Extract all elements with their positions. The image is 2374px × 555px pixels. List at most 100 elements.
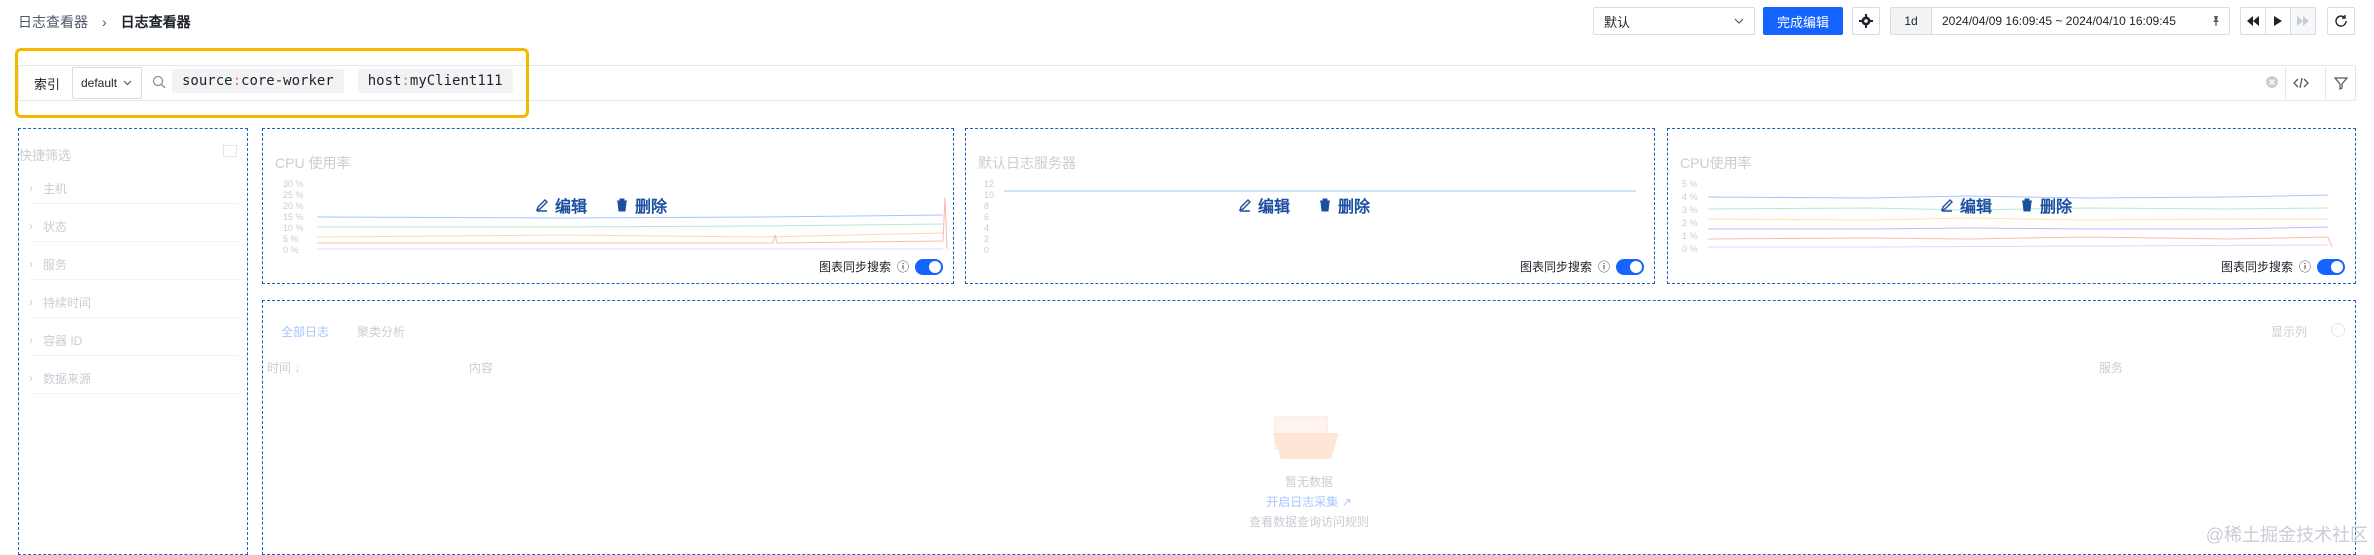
play-button[interactable] — [2265, 7, 2291, 35]
panel-actions: 编辑 删除 — [535, 193, 667, 217]
y-tick-label: 0 % — [1682, 244, 1698, 254]
column-settings-icon[interactable] — [2331, 323, 2345, 337]
y-tick-label: 20 % — [283, 201, 304, 211]
code-toggle-button[interactable] — [2285, 67, 2316, 99]
play-icon — [2274, 16, 2282, 26]
time-range-value[interactable]: 2024/04/09 16:09:45 ~ 2024/04/10 16:09:4… — [1932, 14, 2203, 28]
filter-button[interactable] — [2325, 67, 2356, 99]
empty-state-icon — [1273, 416, 1339, 459]
panel-title: 默认日志服务器 — [978, 155, 1076, 171]
sync-toggle[interactable] — [1616, 258, 1644, 275]
edit-panel-button[interactable]: 编辑 — [1940, 193, 1992, 217]
tab-all-logs[interactable]: 全部日志 — [281, 323, 329, 340]
sort-icon: ↓ — [294, 361, 301, 375]
chart-sync-search: 图表同步搜索 ⓘ — [1520, 258, 1644, 275]
empty-state-text: 暂无数据 — [1284, 475, 1333, 489]
enable-log-collection-link[interactable]: 开启日志采集 ↗ — [263, 493, 2355, 510]
y-tick-label: 2 % — [1682, 218, 1698, 228]
gear-icon — [1859, 14, 1873, 28]
collapse-icon[interactable] — [223, 145, 237, 157]
chart-sync-search: 图表同步搜索 ⓘ — [819, 258, 943, 275]
chevron-down-icon — [123, 80, 132, 86]
info-icon: ⓘ — [1597, 260, 1610, 274]
access-rules-hint: 查看数据查询访问规则 — [1248, 515, 1369, 529]
query-token[interactable]: source:core-worker — [172, 69, 344, 93]
sidebar-item-data-source[interactable]: › 数据来源 — [29, 363, 239, 394]
y-tick-label: 1 % — [1682, 231, 1698, 241]
breadcrumb-separator-icon: › — [102, 14, 107, 30]
sync-label: 图表同步搜索 — [2220, 260, 2293, 274]
chevron-right-icon: › — [29, 295, 33, 309]
delete-panel-button[interactable]: 删除 — [2020, 193, 2072, 217]
index-label: 索引 — [34, 77, 61, 92]
edit-panel-button[interactable]: 编辑 — [1238, 193, 1290, 217]
delete-panel-button[interactable]: 删除 — [615, 193, 667, 217]
query-token[interactable]: host:myClient111 — [357, 69, 513, 93]
watermark: @稀土掘金技术社区 — [2205, 525, 2368, 545]
rewind-button[interactable] — [2240, 7, 2266, 35]
chart-panel-cpu: CPU 使用率 30 % 25 % 20 % 15 % 10 % 5 % 0 %… — [262, 128, 954, 284]
chevron-down-icon — [1734, 18, 1744, 24]
panel-actions: 编辑 删除 — [1940, 193, 2072, 217]
column-header-time[interactable]: 时间 ↓ — [267, 359, 300, 376]
fast-forward-icon — [2297, 16, 2309, 26]
refresh-icon — [2335, 15, 2347, 27]
y-tick-label: 10 — [984, 190, 994, 200]
tab-cluster-analysis[interactable]: 聚类分析 — [357, 323, 405, 340]
y-tick-label: 5 % — [1682, 179, 1698, 189]
sidebar-item-status[interactable]: › 状态 — [29, 211, 239, 242]
chart-sync-search: 图表同步搜索 ⓘ — [2221, 258, 2345, 275]
chart-panel-cpu-2: CPU使用率 5 % 4 % 3 % 2 % 1 % 0 % 编辑 删除 图表同… — [1667, 128, 2356, 284]
search-icon — [152, 75, 166, 89]
y-tick-label: 0 — [984, 245, 989, 255]
chart-panel-log-server: 默认日志服务器 12 10 8 6 4 2 0 编辑 删除 图表同步搜索 ⓘ — [965, 128, 1655, 284]
sidebar-item-service[interactable]: › 服务 — [29, 249, 239, 280]
done-editing-button[interactable]: 完成编辑 — [1763, 7, 1843, 35]
panel-title: CPU 使用率 — [275, 155, 351, 171]
y-tick-label: 4 — [984, 223, 989, 233]
sync-toggle[interactable] — [915, 258, 943, 275]
chevron-right-icon: › — [29, 257, 33, 271]
column-header-service: 服务 — [2099, 361, 2124, 375]
settings-button[interactable] — [1852, 7, 1880, 35]
y-tick-label: 2 — [984, 234, 989, 244]
show-columns-button[interactable]: 显示列 — [2271, 323, 2307, 340]
pin-icon[interactable] — [2203, 15, 2229, 27]
sync-toggle[interactable] — [2317, 258, 2345, 275]
sync-label: 图表同步搜索 — [1519, 260, 1592, 274]
y-tick-label: 25 % — [283, 190, 304, 200]
sidebar-item-duration[interactable]: › 持续时间 — [29, 287, 239, 318]
pencil-icon — [1940, 199, 1953, 212]
quick-filter-sidebar: 快捷筛选 › 主机 › 状态 › 服务 › 持续时间 › 容器 ID › 数据来源 — [18, 128, 248, 555]
column-header-content: 内容 — [469, 361, 494, 375]
y-tick-label: 4 % — [1682, 192, 1698, 202]
y-tick-label: 0 % — [283, 245, 299, 255]
y-tick-label: 5 % — [283, 234, 299, 244]
refresh-button[interactable] — [2327, 7, 2355, 35]
search-query-input[interactable]: source:core-worker host:myClient111 — [172, 69, 513, 93]
log-tabs: 全部日志 聚类分析 — [281, 323, 405, 340]
y-tick-label: 10 % — [283, 223, 304, 233]
layout-select[interactable]: 默认 — [1593, 7, 1755, 35]
y-tick-label: 30 % — [283, 179, 304, 189]
code-icon — [2293, 77, 2309, 89]
time-range-picker[interactable]: 1d 2024/04/09 16:09:45 ~ 2024/04/10 16:0… — [1890, 7, 2230, 35]
pencil-icon — [1238, 199, 1251, 212]
sidebar-item-host[interactable]: › 主机 — [29, 173, 239, 204]
breadcrumb-parent[interactable]: 日志查看器 — [18, 12, 88, 32]
chevron-right-icon: › — [29, 219, 33, 233]
fast-forward-button[interactable] — [2290, 7, 2316, 35]
y-tick-label: 3 % — [1682, 205, 1698, 215]
index-select[interactable]: default — [72, 67, 142, 99]
log-list-panel: 全部日志 聚类分析 显示列 时间 ↓ 内容 服务 暂无数据 开启日志采集 ↗ 查… — [262, 300, 2356, 555]
time-range-short[interactable]: 1d — [1891, 8, 1932, 34]
chevron-right-icon: › — [29, 371, 33, 385]
panel-title: CPU使用率 — [1680, 155, 1752, 171]
edit-panel-button[interactable]: 编辑 — [535, 193, 587, 217]
sidebar-item-container-id[interactable]: › 容器 ID — [29, 325, 239, 356]
index-select-value: default — [81, 76, 118, 90]
delete-panel-button[interactable]: 删除 — [1318, 193, 1370, 217]
y-tick-label: 6 — [984, 212, 989, 222]
rewind-icon — [2247, 16, 2259, 26]
clear-icon[interactable] — [2265, 75, 2279, 89]
